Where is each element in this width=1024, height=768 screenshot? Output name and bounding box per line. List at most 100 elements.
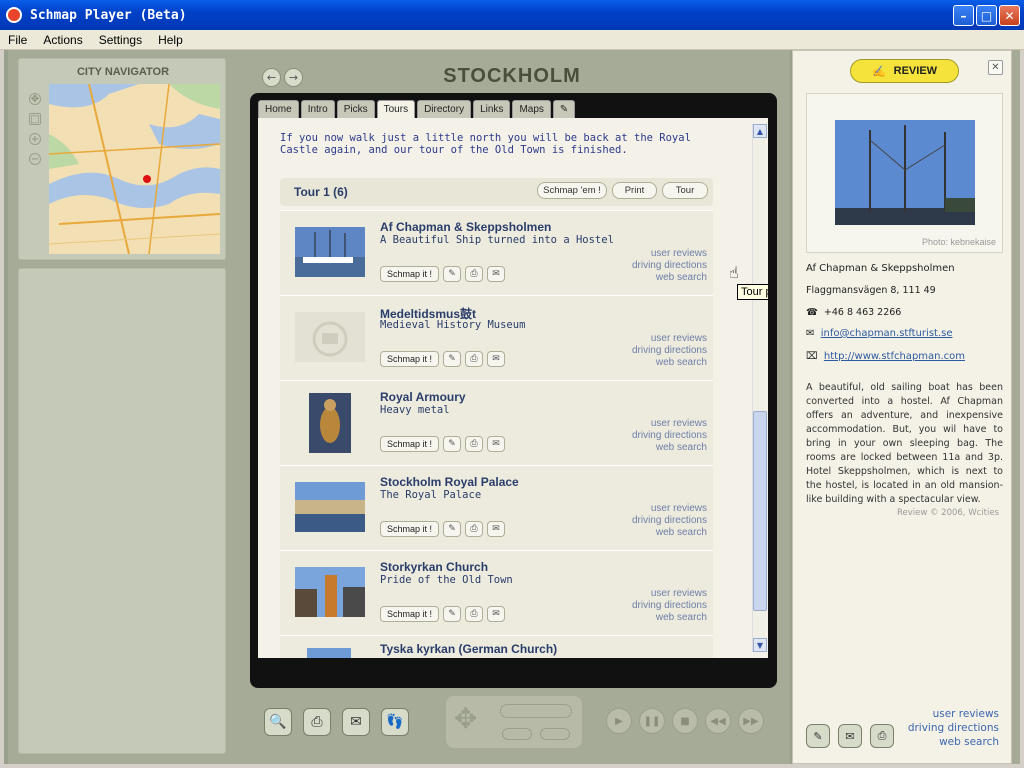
item-name[interactable]: Storkyrkan Church	[380, 560, 488, 574]
note-icon[interactable]: ✎	[443, 351, 462, 367]
tab-picks[interactable]: Picks	[336, 100, 375, 118]
schmap-it-button[interactable]: Schmap it !	[380, 351, 440, 367]
item-name[interactable]: Stockholm Royal Palace	[380, 475, 519, 489]
web-search-link[interactable]: web search	[908, 735, 999, 749]
close-button[interactable]: ✕	[999, 5, 1020, 26]
footsteps-icon[interactable]: 👣	[381, 708, 409, 736]
pan-icon[interactable]: ✥	[29, 93, 41, 105]
user-reviews-link[interactable]: user reviews	[632, 248, 707, 260]
tab-links[interactable]: Links	[473, 100, 511, 118]
list-item[interactable]: Medeltidsmus鼓t Medieval History Museum S…	[280, 295, 713, 380]
schmap-it-button[interactable]: Schmap it !	[380, 606, 440, 622]
city-map[interactable]	[49, 84, 220, 254]
thumbnail-church[interactable]	[295, 567, 365, 617]
web-search-link[interactable]: web search	[632, 442, 707, 454]
fit-icon[interactable]: □	[29, 113, 41, 125]
tab-directory[interactable]: Directory	[417, 100, 472, 118]
note-icon[interactable]: ✎	[443, 436, 462, 452]
user-reviews-link[interactable]: user reviews	[632, 333, 707, 345]
email-icon[interactable]: ✉	[342, 708, 370, 736]
tilt-control[interactable]	[502, 728, 532, 740]
item-name[interactable]: Royal Armoury	[380, 390, 466, 404]
driving-directions-link[interactable]: driving directions	[632, 430, 707, 442]
zoom-out-icon[interactable]: −	[29, 153, 41, 165]
zoom-slider[interactable]	[500, 704, 572, 718]
vertical-scrollbar[interactable]: ▲ ▼	[752, 124, 767, 652]
play-icon[interactable]: ▶	[606, 708, 632, 734]
item-name[interactable]: Tyska kyrkan (German Church)	[380, 642, 557, 656]
web-search-link[interactable]: web search	[632, 272, 707, 284]
tab-tours[interactable]: Tours	[376, 100, 416, 118]
thumbnail-ship[interactable]	[295, 227, 365, 277]
print-icon[interactable]: ⎙	[465, 351, 484, 367]
web-search-link[interactable]: web search	[632, 357, 707, 369]
scroll-down-icon[interactable]: ▼	[753, 638, 767, 652]
list-item[interactable]: Stockholm Royal Palace The Royal Palace …	[280, 465, 713, 550]
menu-file[interactable]: File	[0, 33, 35, 47]
zoom-in-icon[interactable]: +	[29, 133, 41, 145]
menu-actions[interactable]: Actions	[35, 33, 90, 47]
tab-maps[interactable]: Maps	[512, 100, 551, 118]
user-reviews-link[interactable]: user reviews	[632, 418, 707, 430]
web-search-link[interactable]: web search	[632, 527, 707, 539]
email-icon[interactable]: ✉	[487, 266, 506, 282]
email-link[interactable]: info@chapman.stfturist.se	[821, 328, 953, 339]
driving-directions-link[interactable]: driving directions	[632, 600, 707, 612]
note-icon[interactable]: ✎	[443, 521, 462, 537]
tab-intro[interactable]: Intro	[300, 100, 335, 118]
driving-directions-link[interactable]: driving directions	[632, 345, 707, 357]
thumbnail-german-church[interactable]	[295, 648, 365, 658]
print-icon[interactable]: ⎙	[303, 708, 331, 736]
item-name[interactable]: Af Chapman & Skeppsholmen	[380, 220, 551, 234]
minimize-button[interactable]: –	[953, 5, 974, 26]
note-icon[interactable]: ✎	[443, 606, 462, 622]
list-item[interactable]: Royal Armoury Heavy metal Schmap it ! ✎ …	[280, 380, 713, 465]
email-icon[interactable]: ✉	[487, 351, 506, 367]
email-icon[interactable]: ✉	[487, 521, 506, 537]
rotate-control[interactable]	[540, 728, 570, 740]
rewind-icon[interactable]: ◀◀	[705, 708, 731, 734]
print-button[interactable]: Print	[612, 182, 657, 199]
email-icon[interactable]: ✉	[838, 724, 862, 748]
user-reviews-link[interactable]: user reviews	[908, 707, 999, 721]
email-icon[interactable]: ✉	[487, 606, 506, 622]
pause-icon[interactable]: ❚❚	[639, 708, 665, 734]
print-icon[interactable]: ⎙	[465, 521, 484, 537]
stop-icon[interactable]: ■	[672, 708, 698, 734]
user-reviews-link[interactable]: user reviews	[632, 588, 707, 600]
print-icon[interactable]: ⎙	[465, 606, 484, 622]
print-icon[interactable]: ⎙	[870, 724, 894, 748]
maximize-button[interactable]: □	[976, 5, 997, 26]
print-icon[interactable]: ⎙	[465, 266, 484, 282]
email-icon[interactable]: ✉	[487, 436, 506, 452]
website-link[interactable]: http://www.stfchapman.com	[824, 351, 965, 362]
driving-directions-link[interactable]: driving directions	[632, 515, 707, 527]
schmap-it-button[interactable]: Schmap it !	[380, 521, 440, 537]
menu-help[interactable]: Help	[150, 33, 191, 47]
review-button[interactable]: ✍ REVIEW	[850, 59, 959, 83]
list-item[interactable]: Storkyrkan Church Pride of the Old Town …	[280, 550, 713, 635]
note-icon[interactable]: ✎	[806, 724, 830, 748]
list-item[interactable]: Af Chapman & Skeppsholmen A Beautiful Sh…	[280, 210, 713, 295]
scroll-thumb[interactable]	[753, 411, 767, 611]
tab-home[interactable]: Home	[258, 100, 299, 118]
user-reviews-link[interactable]: user reviews	[632, 503, 707, 515]
driving-directions-link[interactable]: driving directions	[908, 721, 999, 735]
list-item[interactable]: Tyska kyrkan (German Church)	[280, 635, 713, 658]
thumbnail-armour[interactable]	[309, 393, 351, 453]
search-icon[interactable]: 🔍	[264, 708, 292, 736]
schmap-em-button[interactable]: Schmap 'em !	[537, 182, 607, 199]
schmap-it-button[interactable]: Schmap it !	[380, 266, 440, 282]
direction-pad-icon[interactable]: ✥	[454, 702, 477, 735]
print-icon[interactable]: ⎙	[465, 436, 484, 452]
scroll-up-icon[interactable]: ▲	[753, 124, 767, 138]
review-close-icon[interactable]: ✕	[988, 60, 1003, 75]
note-icon[interactable]: ✎	[443, 266, 462, 282]
menu-settings[interactable]: Settings	[91, 33, 150, 47]
driving-directions-link[interactable]: driving directions	[632, 260, 707, 272]
title-bar[interactable]: Schmap Player (Beta) – □ ✕	[0, 0, 1024, 30]
thumbnail-placeholder[interactable]	[295, 312, 365, 362]
web-search-link[interactable]: web search	[632, 612, 707, 624]
tour-button[interactable]: Tour	[662, 182, 708, 199]
thumbnail-palace[interactable]	[295, 482, 365, 532]
